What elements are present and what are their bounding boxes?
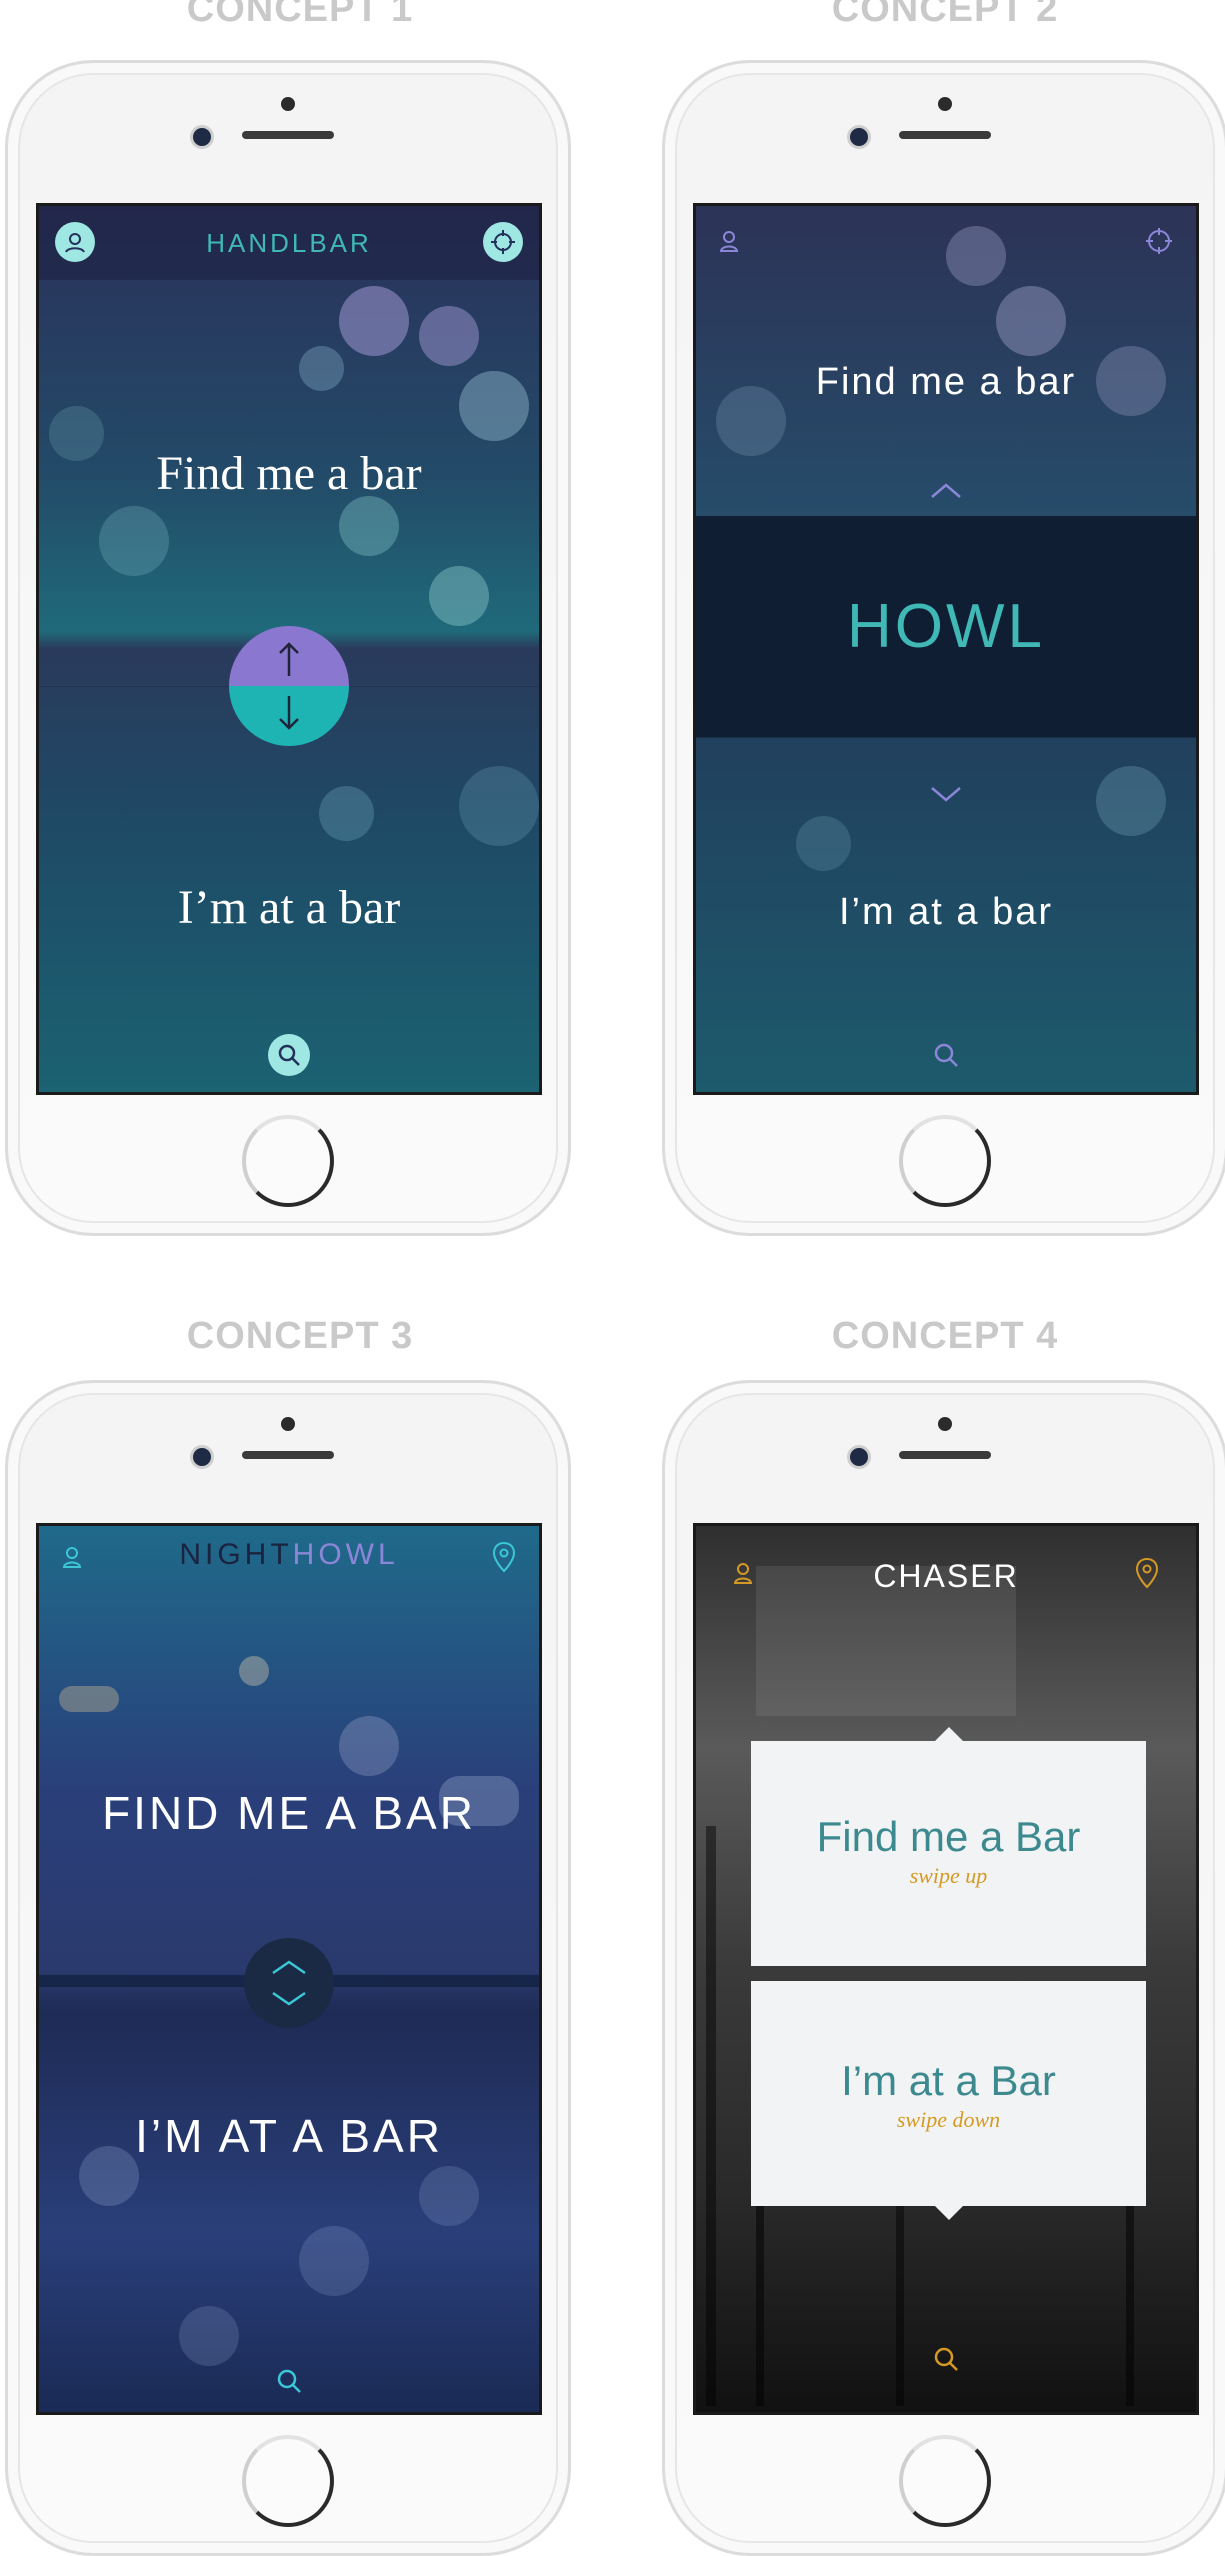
arrow-up-icon (279, 642, 299, 676)
bokeh-light (99, 506, 169, 576)
location-pin-icon[interactable] (1130, 1556, 1164, 1590)
concept-2-title: CONCEPT 2 (831, 0, 1059, 30)
bokeh-light (59, 1686, 119, 1712)
bokeh-light (339, 1716, 399, 1776)
chevron-down-icon (272, 1991, 306, 2006)
front-lens (190, 125, 214, 149)
bokeh-light (339, 496, 399, 556)
target-icon[interactable] (1142, 224, 1176, 258)
at-bar-action[interactable]: I’m at a bar (39, 880, 539, 935)
bokeh-light (429, 566, 489, 626)
find-bar-action[interactable]: FIND ME A BAR (39, 1786, 539, 1840)
profile-icon[interactable] (712, 224, 746, 258)
bokeh-light (299, 2226, 369, 2296)
bokeh-light (419, 306, 479, 366)
bokeh-light (1096, 766, 1166, 836)
swipe-down-hint: swipe down (896, 2107, 1001, 2132)
concept-1-title: CONCEPT 1 (186, 0, 414, 30)
bokeh-light (299, 346, 344, 391)
phone-1: HANDLBAR Find me a bar I’m at a bar (5, 60, 571, 1236)
find-bar-action[interactable]: Find me a bar (39, 446, 539, 501)
bokeh-light (319, 786, 374, 841)
screen-3: NIGHTHOWL FIND ME A BAR I’M AT A BAR (36, 1523, 542, 2415)
search-icon[interactable] (268, 1034, 310, 1076)
app-title: HANDLBAR (206, 228, 372, 258)
bokeh-light (239, 1656, 269, 1686)
app-title: CHASER (873, 1558, 1019, 1594)
card-pointer-down (933, 2204, 965, 2220)
camera (281, 1417, 295, 1431)
bokeh-light (419, 2166, 479, 2226)
app-title-night: NIGHT (179, 1538, 293, 1571)
background-chair-leg (896, 2186, 904, 2406)
camera (938, 97, 952, 111)
swipe-toggle[interactable] (229, 626, 349, 746)
screen-2: Find me a bar HOWL I’m at a bar (693, 203, 1199, 1095)
app-title: NIGHTHOWL (39, 1538, 539, 1572)
target-icon[interactable] (483, 222, 523, 262)
find-bar-action[interactable]: Find me a bar (696, 361, 1196, 404)
at-bar-action[interactable]: I’M AT A BAR (39, 2109, 539, 2163)
chevron-down-icon[interactable] (930, 786, 962, 804)
bokeh-light (459, 371, 529, 441)
bokeh-light (946, 226, 1006, 286)
bokeh-light (996, 286, 1066, 356)
search-icon[interactable] (272, 2364, 306, 2398)
card-pointer-up (933, 1727, 965, 1743)
front-lens (847, 1445, 871, 1469)
concept-4-title: CONCEPT 4 (831, 1315, 1059, 1357)
swipe-toggle[interactable] (244, 1938, 334, 2028)
concept-3-title: CONCEPT 3 (186, 1315, 414, 1357)
chevron-up-icon (272, 1960, 306, 1975)
phone-2: Find me a bar HOWL I’m at a bar (662, 60, 1225, 1236)
find-bar-card[interactable]: Find me a Bar swipe up (751, 1727, 1146, 1966)
bokeh-light (339, 286, 409, 356)
at-bar-title: I’m at a Bar (841, 2057, 1056, 2104)
search-icon[interactable] (929, 2342, 963, 2376)
bokeh-light (179, 2306, 239, 2366)
phone-3: NIGHTHOWL FIND ME A BAR I’M AT A BAR (5, 1380, 571, 2556)
find-bar-title: Find me a Bar (816, 1813, 1081, 1860)
front-lens (190, 1445, 214, 1469)
home-button[interactable] (242, 1115, 334, 1207)
speaker (242, 1451, 334, 1459)
at-bar-card[interactable]: I’m at a Bar swipe down (751, 1981, 1146, 2220)
phone-4: CHASER Find me a Bar swipe up I’m at a B… (662, 1380, 1225, 2556)
home-button[interactable] (242, 2435, 334, 2527)
at-bar-action[interactable]: I’m at a bar (696, 891, 1196, 934)
app-title-howl: HOWL (292, 1538, 399, 1571)
bokeh-light (796, 816, 851, 871)
front-lens (847, 125, 871, 149)
location-pin-icon[interactable] (487, 1540, 521, 1574)
home-button[interactable] (899, 1115, 991, 1207)
search-icon[interactable] (929, 1038, 963, 1072)
app-title: HOWL (847, 592, 1045, 661)
camera (938, 1417, 952, 1431)
bokeh-light (459, 766, 539, 846)
screen-4: CHASER Find me a Bar swipe up I’m at a B… (693, 1523, 1199, 2415)
arrow-down-icon (279, 696, 299, 730)
chevron-up-icon[interactable] (930, 481, 962, 499)
swipe-up-hint: swipe up (909, 1863, 988, 1888)
speaker (899, 131, 991, 139)
camera (281, 97, 295, 111)
background-chair-leg (706, 1826, 716, 2406)
speaker (899, 1451, 991, 1459)
screen-1: HANDLBAR Find me a bar I’m at a bar (36, 203, 542, 1095)
speaker (242, 131, 334, 139)
home-button[interactable] (899, 2435, 991, 2527)
